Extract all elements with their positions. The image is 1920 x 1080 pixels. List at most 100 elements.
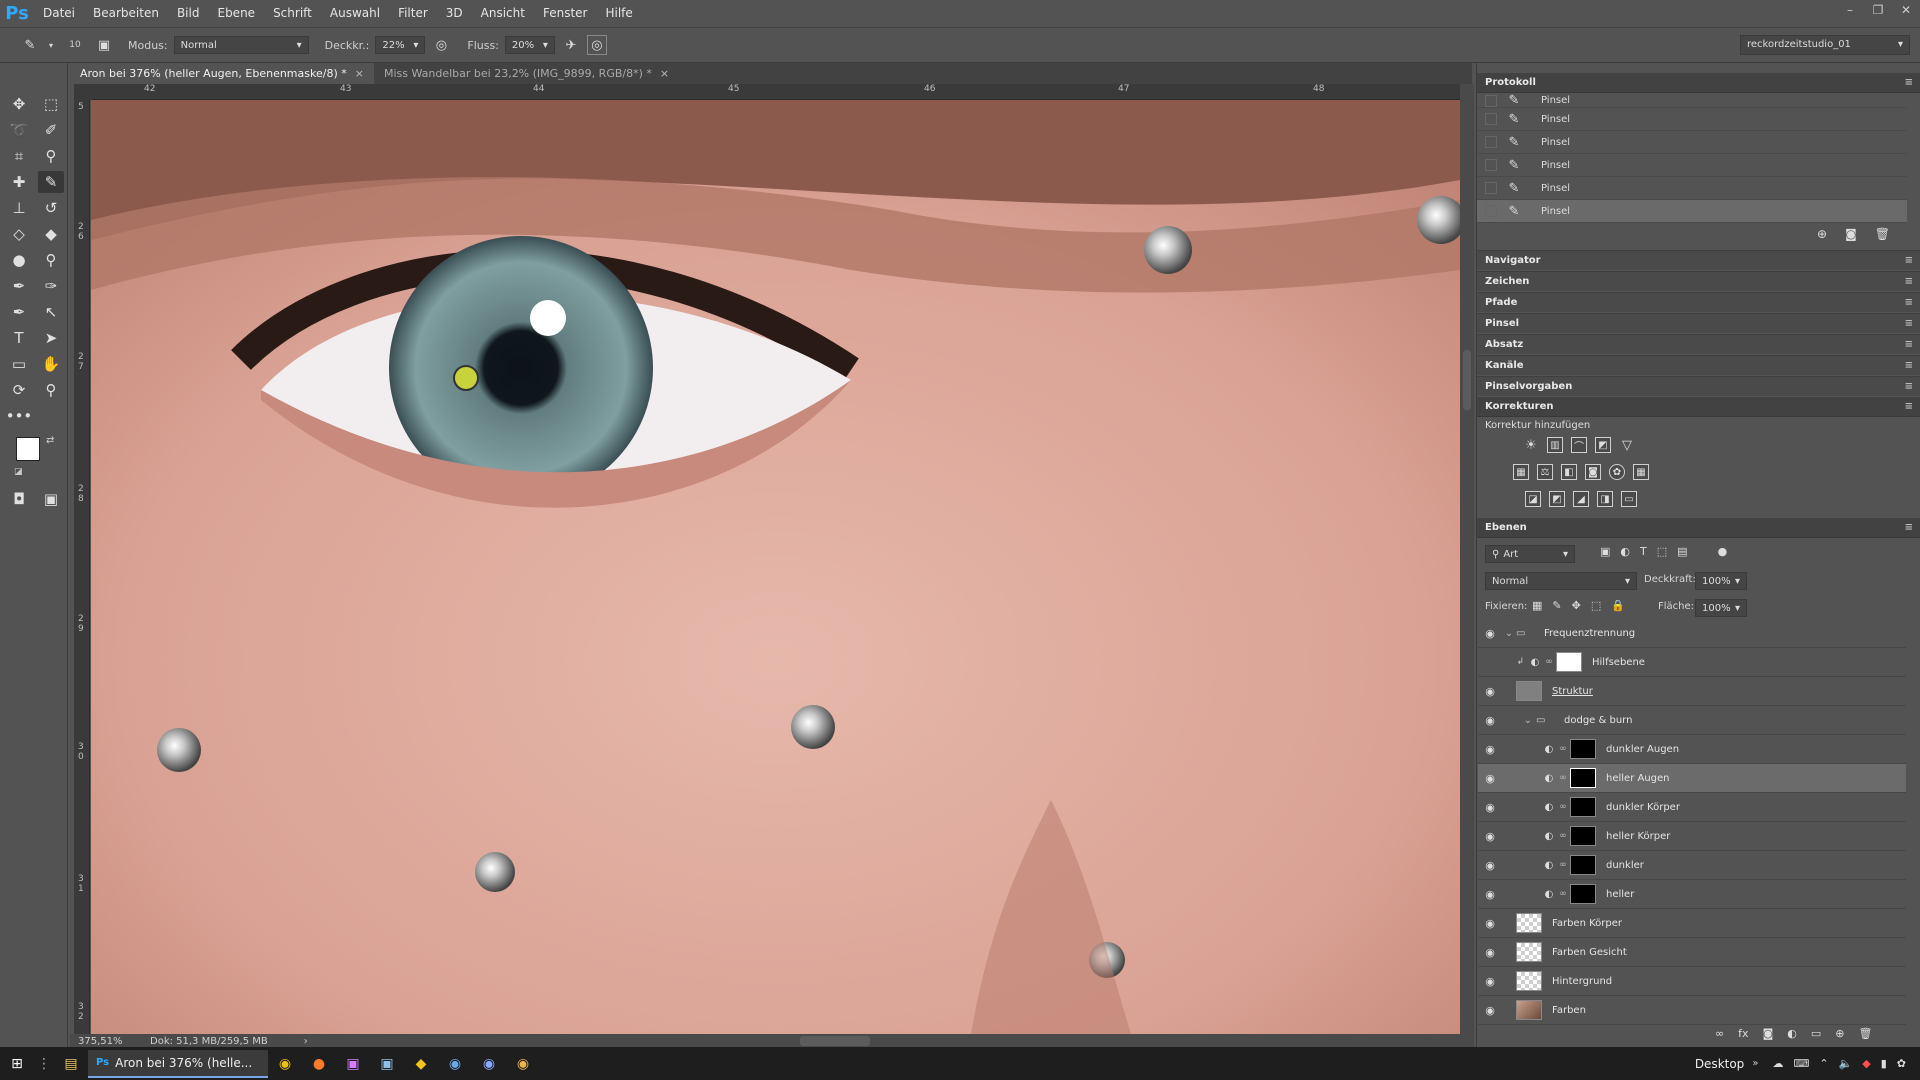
menu-bild[interactable]: Bild (168, 0, 209, 27)
new-group-icon[interactable]: ▭ (1811, 1027, 1821, 1040)
healing-brush-tool-icon[interactable]: ✚ (6, 171, 32, 193)
checkbox[interactable] (1485, 182, 1497, 194)
layers-panel-header[interactable]: Ebenen ≡ (1477, 518, 1920, 538)
menu-hilfe[interactable]: Hilfe (596, 0, 641, 27)
panel-menu-icon[interactable]: ≡ (1905, 77, 1913, 88)
panel-menu-icon[interactable]: ≡ (1905, 381, 1913, 392)
chevron-right-icon[interactable]: › (304, 1036, 308, 1047)
app-icon[interactable]: ◉ (472, 1047, 506, 1080)
link-icon[interactable]: ∞ (1556, 831, 1570, 841)
pressure-opacity-icon[interactable]: ◎ (431, 35, 451, 55)
black-white-icon[interactable]: ◧ (1561, 464, 1577, 480)
link-layers-icon[interactable]: ∞ (1715, 1027, 1724, 1040)
history-item-selected[interactable]: ✎ Pinsel (1477, 200, 1907, 223)
zoom-level[interactable]: 375,51% (70, 1036, 140, 1047)
menu-3d[interactable]: 3D (437, 0, 472, 27)
windows-start-icon[interactable]: ⊞ (0, 1047, 34, 1080)
eye-icon[interactable]: ◉ (1478, 714, 1502, 727)
desktop-toolbar[interactable]: Desktop (1695, 1057, 1745, 1071)
hue-saturation-icon[interactable]: ▦ (1513, 464, 1529, 480)
checkbox[interactable] (1485, 94, 1497, 107)
firefox-icon[interactable]: ● (302, 1047, 336, 1080)
chevron-up-icon[interactable]: ⌃ (1819, 1057, 1828, 1070)
eraser-tool-icon[interactable]: ◇ (6, 223, 32, 245)
mode-select[interactable]: Normal ▾ (173, 36, 309, 54)
new-document-from-state-icon[interactable]: ⊕ (1817, 227, 1827, 241)
opacity-select[interactable]: 22% ▾ (375, 36, 426, 54)
menu-fenster[interactable]: Fenster (534, 0, 597, 27)
lasso-tool-icon[interactable]: ➰ (6, 119, 32, 141)
app-tray-icon[interactable]: ◆ (1862, 1057, 1870, 1070)
blur-tool-icon[interactable]: ● (6, 249, 32, 271)
type-filter-icon[interactable]: T (1640, 545, 1647, 558)
layer-mask-thumbnail[interactable] (1570, 855, 1596, 875)
brush-size[interactable]: 10 (62, 40, 88, 50)
brush-preset-icon[interactable]: ✎ (20, 35, 40, 55)
layer-mask-thumbnail[interactable] (1570, 797, 1596, 817)
eye-icon[interactable]: ◉ (1478, 917, 1502, 930)
layer-opacity-select[interactable]: 100% ▾ (1695, 572, 1747, 590)
eye-icon[interactable]: ◉ (1478, 743, 1502, 756)
link-icon[interactable]: ∞ (1542, 657, 1556, 667)
restore-icon[interactable]: ❐ (1864, 0, 1892, 20)
quick-select-tool-icon[interactable]: ✐ (38, 119, 64, 141)
panel-menu-icon[interactable]: ≡ (1905, 297, 1913, 308)
layer-mask-thumbnail[interactable] (1570, 768, 1596, 788)
app-icon[interactable]: ◉ (268, 1047, 302, 1080)
layer-heller[interactable]: ◉ ◐ ∞ heller (1478, 880, 1906, 909)
menu-auswahl[interactable]: Auswahl (321, 0, 389, 27)
lock-artboard-icon[interactable]: ⬚ (1591, 599, 1601, 612)
tab-miss-wandelbar[interactable]: Miss Wandelbar bei 23,2% (IMG_9899, RGB/… (374, 63, 679, 84)
lock-transparent-icon[interactable]: ▦ (1532, 599, 1542, 612)
eye-icon[interactable]: ◉ (1478, 685, 1502, 698)
layer-dunkler[interactable]: ◉ ◐ ∞ dunkler (1478, 851, 1906, 880)
close-icon[interactable]: × (660, 67, 669, 80)
lightroom-icon[interactable]: ▣ (370, 1047, 404, 1080)
brush-panel-icon[interactable]: ▣ (94, 35, 114, 55)
quick-mask-icon[interactable]: ◘ (6, 488, 32, 510)
eyedropper-tool-icon[interactable]: ⚲ (38, 145, 64, 167)
layer-farben-gesicht[interactable]: ◉ Farben Gesicht (1478, 938, 1906, 967)
layer-farben[interactable]: ◉ Farben (1478, 996, 1906, 1025)
exposure-icon[interactable]: ◩ (1595, 437, 1611, 453)
screen-mode-icon[interactable]: ▣ (38, 488, 64, 510)
task-view-icon[interactable]: ⋮ (34, 1047, 54, 1080)
menu-ansicht[interactable]: Ansicht (472, 0, 534, 27)
freeform-pen-tool-icon[interactable]: ✑ (38, 275, 64, 297)
layer-group-dodge-burn[interactable]: ◉ ⌄ ▭ dodge & burn (1478, 706, 1906, 735)
crop-tool-icon[interactable]: ⌗ (6, 145, 32, 167)
layer-thumbnail[interactable] (1516, 971, 1542, 991)
paragraph-panel[interactable]: Absatz ≡ (1477, 334, 1920, 354)
photo-filter-icon[interactable]: ◙ (1585, 464, 1601, 480)
network-icon[interactable]: ▮ (1881, 1057, 1887, 1070)
fx-icon[interactable]: fx (1738, 1027, 1748, 1040)
color-lookup-icon[interactable]: ▦ (1633, 464, 1649, 480)
panel-menu-icon[interactable]: ≡ (1905, 360, 1913, 371)
file-explorer-icon[interactable]: ▤ (54, 1047, 88, 1080)
layer-thumbnail[interactable] (1516, 1000, 1542, 1020)
panel-menu-icon[interactable]: ≡ (1905, 255, 1913, 266)
link-icon[interactable]: ∞ (1556, 802, 1570, 812)
filter-toggle-icon[interactable]: ● (1718, 545, 1728, 558)
document-canvas[interactable] (91, 100, 1460, 1034)
dodge-tool-icon[interactable]: ⚲ (38, 249, 64, 271)
chevron-down-icon[interactable]: ⌄ (1502, 715, 1532, 726)
history-panel-header[interactable]: Protokoll ≡ (1477, 73, 1920, 93)
adjustments-panel-header[interactable]: Korrekturen ≡ (1477, 397, 1920, 417)
history-item[interactable]: ✎ Pinsel (1477, 131, 1907, 154)
pressure-size-icon[interactable]: ◎ (586, 35, 607, 55)
panel-menu-icon[interactable]: ≡ (1905, 276, 1913, 287)
taskbar-photoshop-window[interactable]: Ps Aron bei 376% (helle... (88, 1049, 268, 1078)
eye-icon[interactable]: ◉ (1478, 801, 1502, 814)
new-adjustment-icon[interactable]: ◐ (1787, 1027, 1797, 1040)
channel-mixer-icon[interactable]: ✿ (1609, 464, 1625, 480)
pen-tool-icon[interactable]: ✒ (6, 275, 32, 297)
curvature-pen-tool-icon[interactable]: ✒ (6, 301, 32, 323)
lock-pixels-icon[interactable]: ✎ (1552, 599, 1561, 612)
airbrush-icon[interactable]: ✈ (561, 35, 581, 55)
adjustment-filter-icon[interactable]: ◐ (1620, 545, 1630, 558)
volume-icon[interactable]: 🔈 (1839, 1057, 1853, 1070)
close-icon[interactable]: ✕ (1892, 0, 1920, 20)
layer-mask-thumbnail[interactable] (1570, 884, 1596, 904)
direct-select-tool-icon[interactable]: ↖ (38, 301, 64, 323)
